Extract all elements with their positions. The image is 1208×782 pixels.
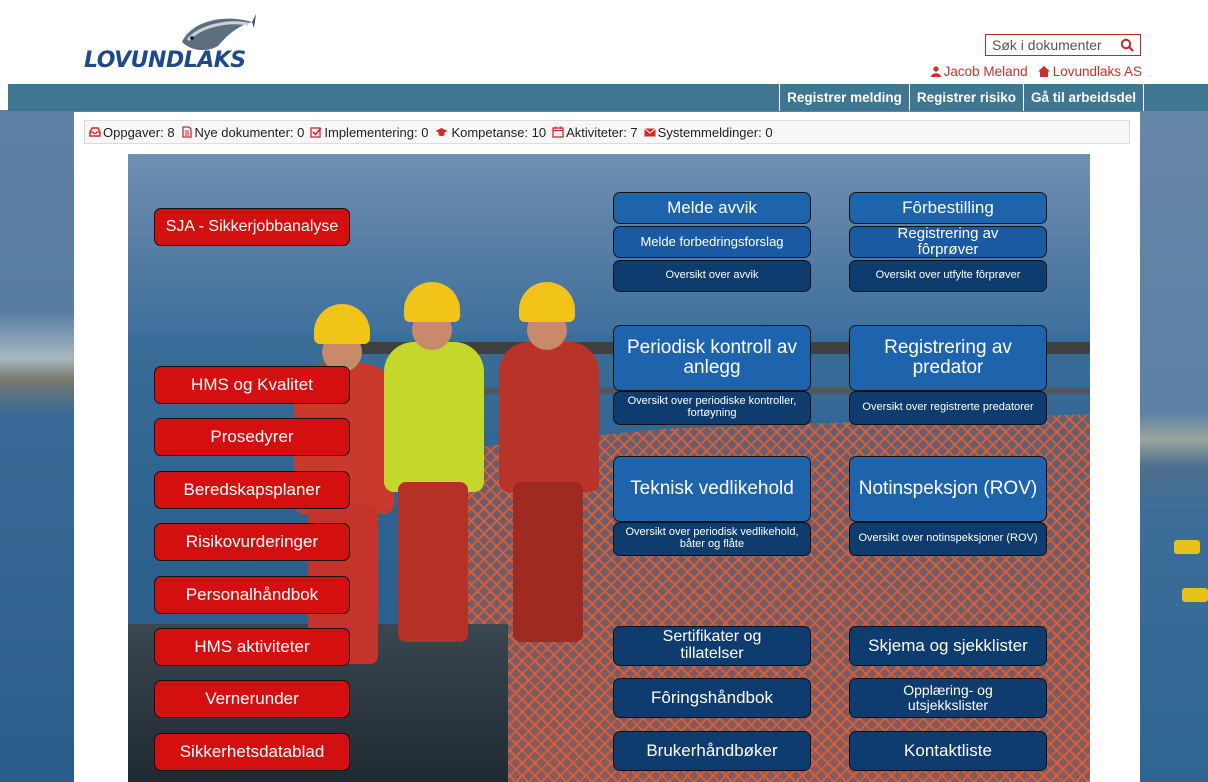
search-input[interactable] xyxy=(986,35,1114,55)
sikkerhetsdatablad-button[interactable]: Sikkerhetsdatablad xyxy=(154,733,350,771)
status-bar: Oppgaver: 8 Nye dokumenter: 0 Implemente… xyxy=(84,120,1130,144)
top-navbar: Registrer melding Registrer risiko Gå ti… xyxy=(8,84,1208,111)
hms-kvalitet-button[interactable]: HMS og Kvalitet xyxy=(154,366,350,404)
checkbox-icon xyxy=(310,127,323,138)
calendar-icon xyxy=(552,126,564,138)
buoy xyxy=(1174,540,1200,554)
nav-registrer-melding[interactable]: Registrer melding xyxy=(779,84,909,111)
foringshandbok-button[interactable]: Fôringshåndbok xyxy=(613,678,811,718)
user-name: Jacob Meland xyxy=(943,64,1028,79)
personalhandbok-button[interactable]: Personalhåndbok xyxy=(154,576,350,614)
envelope-icon xyxy=(643,128,656,137)
oversikt-periodiske-kontroller-button[interactable]: Oversikt over periodiske kontroller, for… xyxy=(613,391,811,425)
user-info: Jacob Meland Lovundlaks AS xyxy=(930,64,1142,79)
teknisk-vedlikehold-button[interactable]: Teknisk vedlikehold xyxy=(613,456,811,522)
status-nye-dokumenter[interactable]: Nye dokumenter: 0 xyxy=(181,125,304,140)
logo-text: LOVUNDLAKS xyxy=(84,48,246,73)
background-scenery-left xyxy=(0,110,80,782)
prosedyrer-button[interactable]: Prosedyrer xyxy=(154,418,350,456)
background-scenery-right xyxy=(1140,110,1208,782)
home-icon xyxy=(1037,66,1050,77)
lovundlaks-logo[interactable]: LOVUNDLAKS xyxy=(84,12,264,76)
oversikt-notinspeksjoner-button[interactable]: Oversikt over notinspeksjoner (ROV) xyxy=(849,522,1047,556)
risikovurderinger-button[interactable]: Risikovurderinger xyxy=(154,523,350,561)
status-oppgaver[interactable]: Oppgaver: 8 xyxy=(89,125,175,140)
oversikt-vedlikehold-button[interactable]: Oversikt over periodisk vedlikehold, båt… xyxy=(613,522,811,556)
company-name: Lovundlaks AS xyxy=(1052,64,1142,79)
user-link[interactable]: Jacob Meland xyxy=(930,64,1028,79)
kontaktliste-button[interactable]: Kontaktliste xyxy=(849,731,1047,771)
inbox-icon xyxy=(89,127,101,137)
nav-ga-til-arbeidsdel[interactable]: Gå til arbeidsdel xyxy=(1022,84,1144,111)
main-panel: Oppgaver: 8 Nye dokumenter: 0 Implemente… xyxy=(74,112,1140,782)
status-aktiviteter[interactable]: Aktiviteter: 7 xyxy=(552,125,638,140)
nav-registrer-risiko[interactable]: Registrer risiko xyxy=(908,84,1023,111)
graduation-cap-icon xyxy=(435,128,448,137)
document-icon xyxy=(181,126,192,138)
oversikt-forprover-button[interactable]: Oversikt over utfylte fôrprøver xyxy=(849,260,1047,292)
melde-avvik-button[interactable]: Melde avvik xyxy=(613,192,811,224)
status-implementering[interactable]: Implementering: 0 xyxy=(310,125,428,140)
search-button[interactable] xyxy=(1114,35,1140,55)
vernerunder-button[interactable]: Vernerunder xyxy=(154,680,350,718)
opplaering-button[interactable]: Opplæring- og utsjekkslister xyxy=(849,678,1047,718)
oversikt-avvik-button[interactable]: Oversikt over avvik xyxy=(613,260,811,292)
registrering-forprover-button[interactable]: Registrering av fôrprøver xyxy=(849,226,1047,258)
company-link[interactable]: Lovundlaks AS xyxy=(1037,64,1142,79)
sja-button[interactable]: SJA - Sikkerjobbanalyse xyxy=(154,208,350,246)
skjema-sjekklister-button[interactable]: Skjema og sjekklister xyxy=(849,626,1047,666)
beredskapsplaner-button[interactable]: Beredskapsplaner xyxy=(154,471,350,509)
notinspeksjon-button[interactable]: Notinspeksjon (ROV) xyxy=(849,456,1047,522)
search-box[interactable] xyxy=(985,34,1141,56)
status-systemmeldinger[interactable]: Systemmeldinger: 0 xyxy=(643,125,773,140)
hero-image: SJA - Sikkerjobbanalyse HMS og Kvalitet … xyxy=(128,154,1090,782)
registrering-predator-button[interactable]: Registrering av predator xyxy=(849,325,1047,391)
oversikt-predatorer-button[interactable]: Oversikt over registrerte predatorer xyxy=(849,391,1047,425)
forbestilling-button[interactable]: Fôrbestilling xyxy=(849,192,1047,224)
hms-aktiviteter-button[interactable]: HMS aktiviteter xyxy=(154,628,350,666)
periodisk-kontroll-button[interactable]: Periodisk kontroll av anlegg xyxy=(613,325,811,391)
search-icon xyxy=(1120,38,1134,52)
sertifikater-button[interactable]: Sertifikater og tillatelser xyxy=(613,626,811,666)
user-icon xyxy=(930,66,941,77)
status-kompetanse[interactable]: Kompetanse: 10 xyxy=(434,125,546,140)
buoy xyxy=(1182,588,1208,602)
brukerhandboker-button[interactable]: Brukerhåndbøker xyxy=(613,731,811,771)
melde-forbedringsforslag-button[interactable]: Melde forbedringsforslag xyxy=(613,226,811,258)
